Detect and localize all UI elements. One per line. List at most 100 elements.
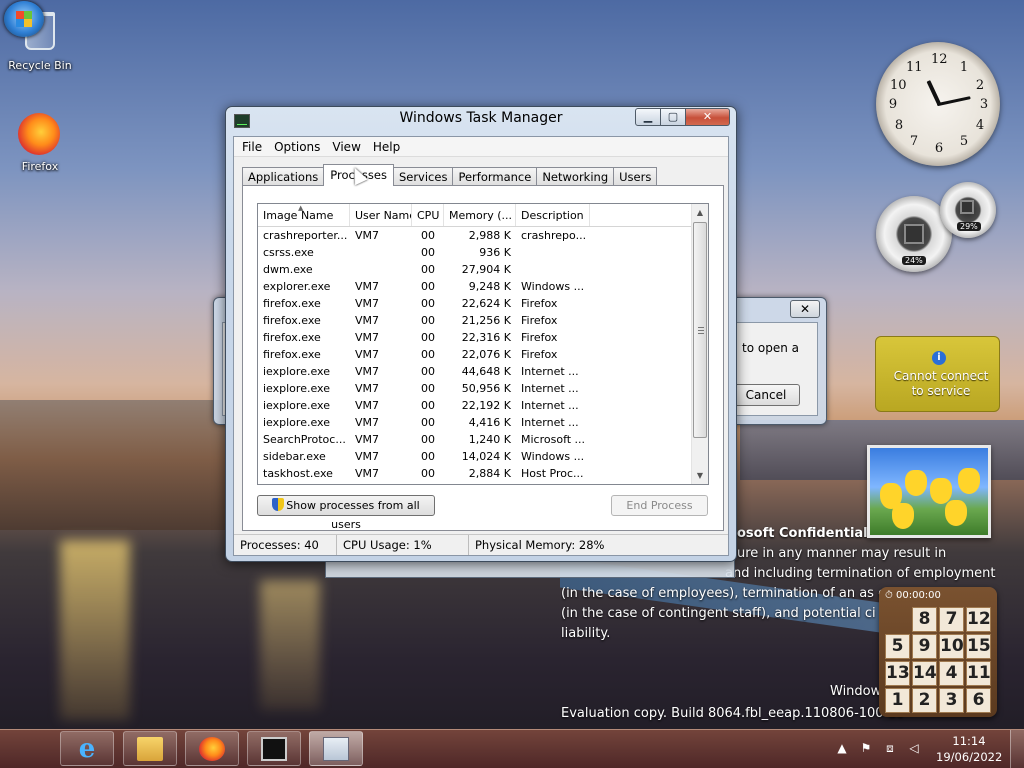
puzzle-tile[interactable]: 4	[939, 661, 964, 686]
vertical-scrollbar[interactable]: ▲ ▼	[691, 204, 708, 484]
puzzle-tile[interactable]: 14	[912, 661, 937, 686]
process-rows: crashreporter... VM7 00 2,988 K crashrepo...…	[258, 227, 708, 482]
process-row[interactable]: firefox.exe VM7 00 22,076 K Firefox	[258, 346, 708, 363]
process-user-name: VM7	[355, 450, 380, 463]
clock-minute-hand	[936, 96, 971, 107]
process-memory: 22,316 K	[461, 331, 511, 344]
process-list[interactable]: ▲ Image Name User Name CPU Memory (... D…	[257, 203, 709, 485]
puzzle-tile[interactable]: 3	[939, 688, 964, 713]
puzzle-tile[interactable]: 11	[966, 661, 991, 686]
process-image-name: iexplore.exe	[263, 399, 330, 412]
process-row[interactable]: SearchProtoc... VM7 00 1,240 K Microsoft ...	[258, 431, 708, 448]
menu-view[interactable]: View	[326, 137, 366, 156]
puzzle-tile[interactable]: 13	[885, 661, 910, 686]
maximize-button[interactable]: ▢	[661, 108, 686, 126]
puzzle-tile[interactable]: 9	[912, 634, 937, 659]
puzzle-tile[interactable]: 12	[966, 607, 991, 632]
process-user-name: VM7	[355, 331, 380, 344]
show-hidden-icons-arrow-icon[interactable]: ▲	[835, 741, 849, 755]
scroll-up-arrow-icon[interactable]: ▲	[692, 204, 708, 221]
puzzle-tile[interactable]: 7	[939, 607, 964, 632]
process-row[interactable]: iexplore.exe VM7 00 44,648 K Internet ...	[258, 363, 708, 380]
close-button[interactable]: ✕	[686, 108, 730, 126]
puzzle-tile[interactable]: 5	[885, 634, 910, 659]
puzzle-tile[interactable]: 6	[966, 688, 991, 713]
process-row[interactable]: firefox.exe VM7 00 22,624 K Firefox	[258, 295, 708, 312]
process-row[interactable]: csrss.exe 00 936 K	[258, 244, 708, 261]
process-description: Internet ...	[521, 382, 579, 395]
status-physical-memory: Physical Memory: 28%	[475, 538, 605, 552]
process-cpu: 00	[421, 263, 435, 276]
process-row[interactable]: explorer.exe VM7 00 9,248 K Windows ...	[258, 278, 708, 295]
tab-users[interactable]: Users	[613, 167, 658, 186]
tab-applications[interactable]: Applications	[242, 167, 325, 186]
clock-number: 7	[909, 134, 919, 149]
process-description: Firefox	[521, 348, 558, 361]
scrollbar-thumb[interactable]	[693, 222, 707, 438]
column-description[interactable]: Description	[516, 204, 590, 226]
process-row[interactable]: iexplore.exe VM7 00 4,416 K Internet ...	[258, 414, 708, 431]
taskbar-internet-explorer[interactable]: e	[60, 731, 114, 766]
taskbar-command-prompt[interactable]	[247, 731, 301, 766]
desktop-icon-firefox[interactable]: Firefox	[2, 113, 78, 173]
status-cpu-usage: CPU Usage: 1%	[337, 535, 469, 555]
minimize-button[interactable]: ▁	[635, 108, 661, 126]
process-memory: 21,256 K	[461, 314, 511, 327]
desktop-icon-label: Firefox	[21, 160, 59, 173]
column-user-name[interactable]: User Name	[350, 204, 412, 226]
info-icon: i	[932, 351, 946, 365]
process-row[interactable]: crashreporter... VM7 00 2,988 K crashrepo...	[258, 227, 708, 244]
process-cpu: 00	[421, 314, 435, 327]
start-button[interactable]	[4, 1, 44, 37]
picture-puzzle-gadget[interactable]: ⏱ 00:00:00 8 7 12 5 9 10 15 13 14 4 11 1…	[879, 587, 997, 717]
weather-gadget[interactable]: i Cannot connect to service	[875, 336, 1000, 412]
taskbar-clock[interactable]: 11:14 19/06/2022	[936, 733, 1002, 765]
process-row[interactable]: taskhost.exe VM7 00 2,884 K Host Proc...	[258, 465, 708, 482]
uac-shield-icon	[272, 498, 285, 511]
menu-file[interactable]: File	[236, 137, 268, 156]
column-memory[interactable]: Memory (...	[444, 204, 516, 226]
menu-help[interactable]: Help	[367, 137, 406, 156]
taskbar-firefox[interactable]	[185, 731, 239, 766]
clock-gadget[interactable]: 12 1 2 3 4 5 6 7 8 9 10 11	[876, 42, 1000, 166]
windows-explorer-icon	[137, 737, 163, 761]
menu-options[interactable]: Options	[268, 137, 326, 156]
process-description: Windows ...	[521, 280, 585, 293]
process-description: Internet ...	[521, 416, 579, 429]
task-manager-client: File Options View Help Applications Proc…	[233, 136, 729, 556]
windows-logo-icon	[16, 11, 32, 27]
puzzle-tile[interactable]: 10	[939, 634, 964, 659]
scroll-down-arrow-icon[interactable]: ▼	[692, 467, 708, 484]
show-all-processes-button[interactable]: Show processes from all users	[257, 495, 435, 531]
clock-number: 2	[975, 78, 985, 93]
tab-networking[interactable]: Networking	[536, 167, 615, 186]
end-process-button[interactable]: End Process	[611, 495, 708, 516]
column-cpu[interactable]: CPU	[412, 204, 444, 226]
tab-services[interactable]: Services	[392, 167, 454, 186]
taskbar-windows-explorer[interactable]	[123, 731, 177, 766]
process-row[interactable]: iexplore.exe VM7 00 22,192 K Internet ...	[258, 397, 708, 414]
taskbar-task-manager[interactable]	[309, 731, 363, 766]
tab-performance[interactable]: Performance	[452, 167, 538, 186]
puzzle-tile[interactable]: 1	[885, 688, 910, 713]
process-row[interactable]: firefox.exe VM7 00 21,256 K Firefox	[258, 312, 708, 329]
background-dialog-cancel-button[interactable]: Cancel	[732, 384, 800, 406]
slideshow-gadget[interactable]	[867, 445, 991, 538]
process-row[interactable]: firefox.exe VM7 00 22,316 K Firefox	[258, 329, 708, 346]
process-row[interactable]: dwm.exe 00 27,904 K	[258, 261, 708, 278]
clock-number: 6	[934, 141, 944, 156]
process-row[interactable]: sidebar.exe VM7 00 14,024 K Windows ...	[258, 448, 708, 465]
action-center-flag-icon[interactable]: ⚑	[859, 741, 873, 755]
memory-meter-gadget[interactable]: 29%	[940, 182, 996, 238]
background-dialog-close-button[interactable]: ✕	[790, 300, 820, 318]
volume-muted-icon[interactable]: ◁	[907, 741, 921, 755]
show-desktop-button[interactable]	[1010, 730, 1024, 768]
column-image-name[interactable]: Image Name	[258, 204, 350, 226]
process-user-name: VM7	[355, 314, 380, 327]
puzzle-tile[interactable]: 8	[912, 607, 937, 632]
puzzle-tile[interactable]: 2	[912, 688, 937, 713]
process-description: Firefox	[521, 331, 558, 344]
process-row[interactable]: iexplore.exe VM7 00 50,956 K Internet ...	[258, 380, 708, 397]
puzzle-tile[interactable]: 15	[966, 634, 991, 659]
network-icon[interactable]: ⧈	[883, 741, 897, 755]
